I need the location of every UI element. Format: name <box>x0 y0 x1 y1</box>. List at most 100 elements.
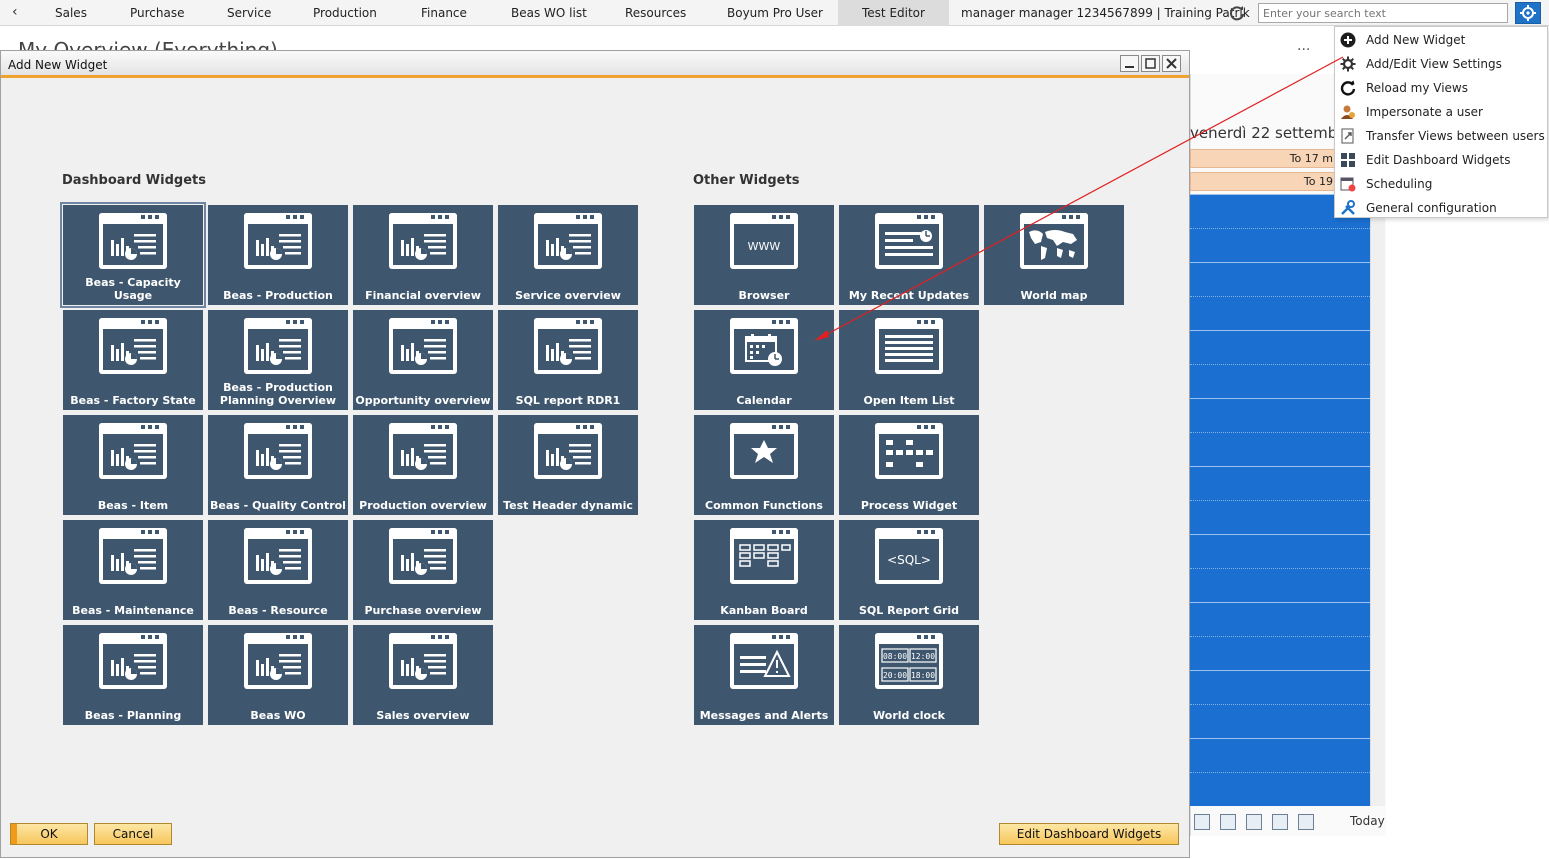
widget-tile-messages-and-alerts[interactable]: Messages and Alerts <box>694 625 834 725</box>
minimize-icon[interactable] <box>1120 55 1139 72</box>
search-input[interactable] <box>1258 3 1508 23</box>
widget-tile-my-recent-updates[interactable]: My Recent Updates <box>839 205 979 305</box>
calendar-slot-line <box>1190 534 1370 535</box>
calendar-week-icon[interactable] <box>1220 814 1236 830</box>
widget-tile-beas-capacity-usage[interactable]: Beas - Capacity Usage <box>60 202 206 308</box>
widget-tile-beas-quality-control[interactable]: Beas - Quality Control <box>208 415 348 515</box>
nav-item-boyum-pro-user[interactable]: Boyum Pro User <box>727 6 823 20</box>
today-button[interactable]: Today <box>1324 810 1386 834</box>
menu-item-edit-dashboard-widgets[interactable]: Edit Dashboard Widgets <box>1335 148 1547 172</box>
chart-widget-icon <box>386 525 460 587</box>
widget-tile-test-header-dynamic[interactable]: Test Header dynamic <box>498 415 638 515</box>
menu-item-transfer-views-between-users[interactable]: Transfer Views between users <box>1335 124 1547 148</box>
widget-tile-sales-overview[interactable]: Sales overview <box>353 625 493 725</box>
widget-tile-kanban-board[interactable]: Kanban Board <box>694 520 834 620</box>
widget-tile-process-widget[interactable]: Process Widget <box>839 415 979 515</box>
dialog-titlebar[interactable]: Add New Widget <box>1 51 1189 78</box>
nav-item-service[interactable]: Service <box>227 6 271 20</box>
widget-tile-label: Production overview <box>359 499 487 512</box>
widget-tile-beas-item[interactable]: Beas - Item <box>63 415 203 515</box>
menu-item-reload-my-views[interactable]: Reload my Views <box>1335 76 1547 100</box>
menu-item-general-configuration[interactable]: General configuration <box>1335 196 1547 220</box>
widget-tile-opportunity-overview[interactable]: Opportunity overview <box>353 310 493 410</box>
calendar-slot-line <box>1190 432 1370 433</box>
calendar-day-icon[interactable] <box>1194 814 1210 830</box>
recent-updates-icon <box>872 210 946 272</box>
widget-tile-beas-maintenance[interactable]: Beas - Maintenance <box>63 520 203 620</box>
widget-tile-label: Beas - Quality Control <box>210 499 346 512</box>
close-icon[interactable] <box>1162 55 1181 72</box>
menu-item-add-new-widget[interactable]: Add New Widget <box>1335 28 1547 52</box>
calendar-list-icon[interactable] <box>1272 814 1288 830</box>
widget-tile-common-functions[interactable]: Common Functions <box>694 415 834 515</box>
chart-widget-icon <box>96 630 170 692</box>
clock-icon: 08:00 12:00 20:00 18:00 <box>872 630 946 692</box>
gear-icon <box>1340 56 1356 72</box>
refresh-icon[interactable] <box>1228 4 1246 22</box>
nav-item-sales[interactable]: Sales <box>55 6 87 20</box>
calendar-slot-line <box>1190 262 1370 263</box>
widget-tile-label: Purchase overview <box>364 604 482 617</box>
calendar-slot-line <box>1190 568 1370 569</box>
nav-item-beas-wo-list[interactable]: Beas WO list <box>511 6 587 20</box>
menu-item-label: Reload my Views <box>1366 81 1468 95</box>
calendar-timeline-icon[interactable] <box>1298 814 1314 830</box>
widget-tile-financial-overview[interactable]: Financial overview <box>353 205 493 305</box>
nav-item-resources[interactable]: Resources <box>625 6 686 20</box>
chart-widget-icon <box>531 420 605 482</box>
widget-tile-label: World map <box>1020 289 1088 302</box>
widget-tile-label: Financial overview <box>365 289 481 302</box>
widget-tile-beas-resource[interactable]: Beas - Resource <box>208 520 348 620</box>
widget-tile-label: Sales overview <box>376 709 470 722</box>
widget-tile-label: Beas - Resource <box>228 604 328 617</box>
list-icon <box>872 315 946 377</box>
widget-tile-production-overview[interactable]: Production overview <box>353 415 493 515</box>
calendar-slot-line <box>1190 500 1370 501</box>
calendar-slot-line <box>1190 772 1370 773</box>
widget-tile-world-clock[interactable]: 08:00 12:00 20:00 18:00 World clock <box>839 625 979 725</box>
widget-tile-open-item-list[interactable]: Open Item List <box>839 310 979 410</box>
widget-tile-label: Process Widget <box>860 499 958 512</box>
menu-item-label: Scheduling <box>1366 177 1433 191</box>
widget-tile-beas-planning[interactable]: Beas - Planning <box>63 625 203 725</box>
widget-tile-beas-wo[interactable]: Beas WO <box>208 625 348 725</box>
nav-item-test-editor[interactable]: Test Editor <box>838 0 949 26</box>
menu-item-label: Add/Edit View Settings <box>1366 57 1502 71</box>
menu-item-add-edit-view-settings[interactable]: Add/Edit View Settings <box>1335 52 1547 76</box>
chart-widget-icon <box>96 420 170 482</box>
calendar-busy-column[interactable] <box>1190 194 1370 806</box>
widget-tile-beas-production-planning-overview[interactable]: Beas - Production Planning Overview <box>208 310 348 410</box>
widget-tile-beas-production[interactable]: Beas - Production <box>208 205 348 305</box>
nav-item-production[interactable]: Production <box>313 6 377 20</box>
edit-dashboard-widgets-button[interactable]: Edit Dashboard Widgets <box>999 823 1179 845</box>
widget-tile-purchase-overview[interactable]: Purchase overview <box>353 520 493 620</box>
widget-tile-beas-factory-state[interactable]: Beas - Factory State <box>63 310 203 410</box>
widget-tile-calendar[interactable]: Calendar <box>694 310 834 410</box>
widget-tile-label: SQL report RDR1 <box>515 394 621 407</box>
chart-widget-icon <box>531 315 605 377</box>
ok-button[interactable]: OK <box>10 823 88 845</box>
settings-gear-button[interactable] <box>1515 2 1541 24</box>
nav-item-finance[interactable]: Finance <box>421 6 467 20</box>
calendar-month-icon[interactable] <box>1246 814 1262 830</box>
widget-tile-world-map[interactable]: World map <box>984 205 1124 305</box>
widget-tile-sql-report-rdr1[interactable]: SQL report RDR1 <box>498 310 638 410</box>
more-options-icon[interactable]: ··· <box>1297 42 1310 58</box>
menu-item-impersonate-a-user[interactable]: Impersonate a user <box>1335 100 1547 124</box>
widget-tile-label: Service overview <box>515 289 621 302</box>
widget-tile-label: Kanban Board <box>720 604 808 617</box>
add-new-widget-dialog: Add New Widget Dashboard Widgets Other W… <box>0 50 1190 858</box>
widget-tile-sql-report-grid[interactable]: <SQL> SQL Report Grid <box>839 520 979 620</box>
tools-icon <box>1340 200 1356 216</box>
menu-item-label: Add New Widget <box>1366 33 1466 47</box>
cancel-button[interactable]: Cancel <box>94 823 172 845</box>
calendar-scrollbar[interactable] <box>1370 194 1385 806</box>
nav-back-icon[interactable]: ‹ <box>12 4 28 22</box>
nav-item-purchase[interactable]: Purchase <box>130 6 185 20</box>
widget-tile-service-overview[interactable]: Service overview <box>498 205 638 305</box>
menu-item-scheduling[interactable]: Scheduling <box>1335 172 1547 196</box>
widget-tile-browser[interactable]: WWW Browser <box>694 205 834 305</box>
chart-widget-icon <box>241 315 315 377</box>
chart-widget-icon <box>531 210 605 272</box>
maximize-icon[interactable] <box>1141 55 1160 72</box>
